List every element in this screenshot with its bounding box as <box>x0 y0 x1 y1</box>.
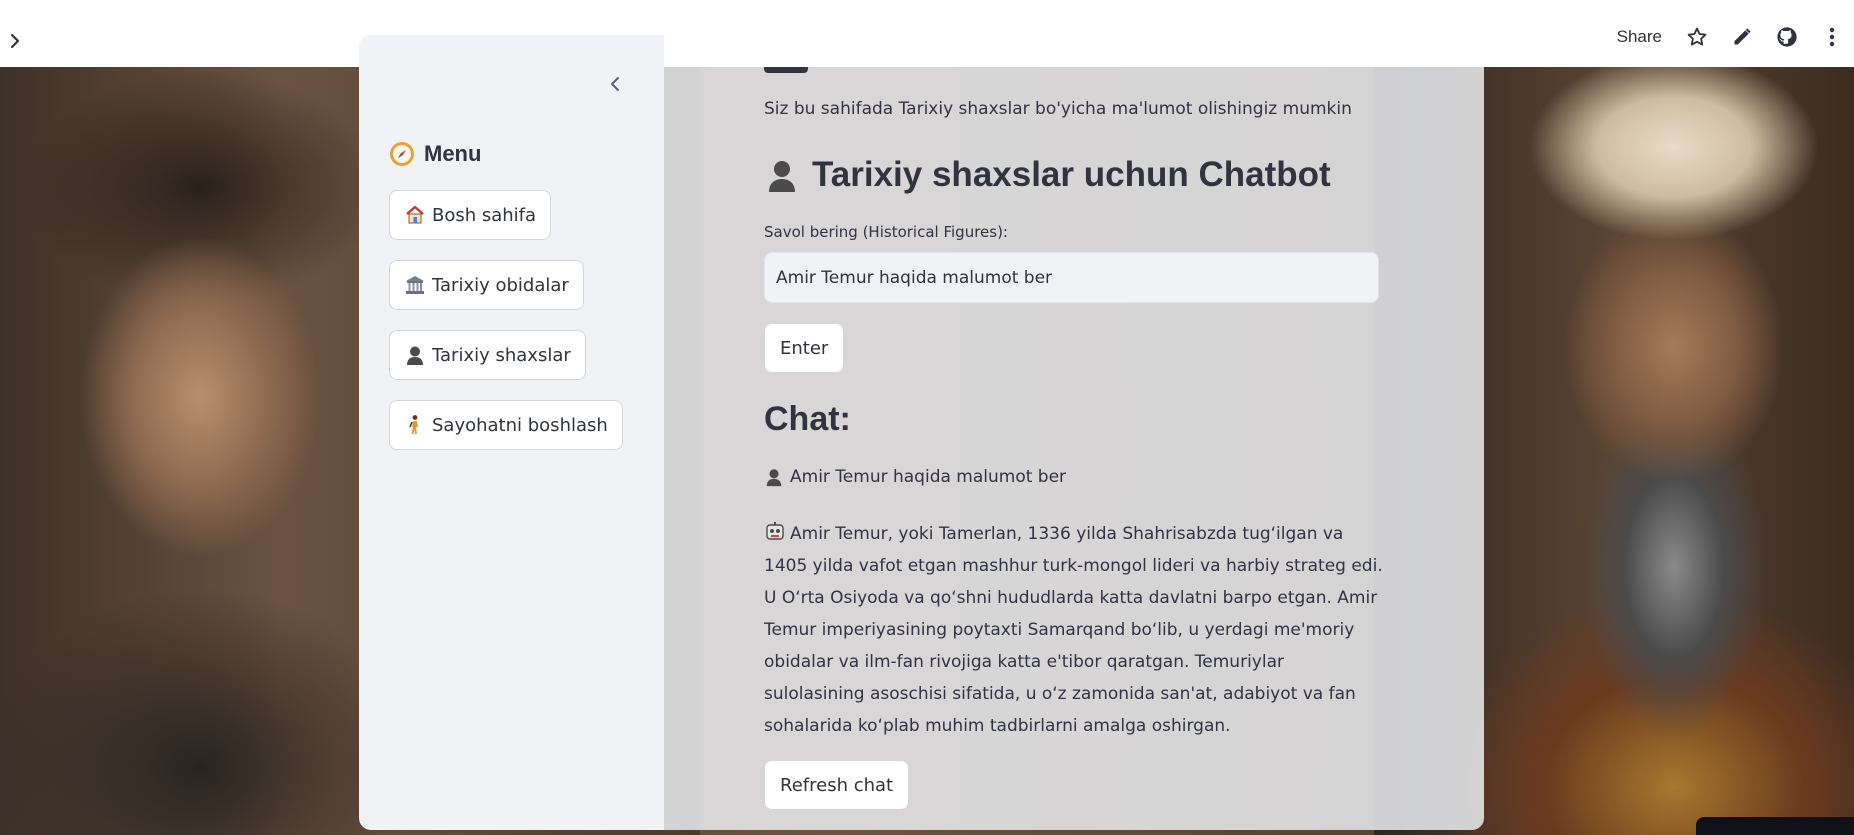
main-content: Siz bu sahifada Tarixiy shaxslar bo'yich… <box>664 35 1484 830</box>
github-icon <box>1776 27 1797 47</box>
sidebar-item-tarixiy-obidalar[interactable]: Tarixiy obidalar <box>389 260 584 310</box>
person-icon <box>769 161 795 192</box>
page-title-clipped <box>764 67 1064 101</box>
question-label: Savol bering (Historical Figures): <box>764 223 1008 241</box>
main-menu-button[interactable] <box>1809 20 1854 54</box>
sidebar-item-tarixiy-shaxslar[interactable]: Tarixiy shaxslar <box>389 330 586 380</box>
chatbot-heading-text: Tarixiy shaxslar uchun Chatbot <box>812 155 1331 194</box>
menu-heading: Menu <box>389 141 481 167</box>
enter-button[interactable]: Enter <box>764 323 845 373</box>
refresh-chat-button[interactable]: Refresh chat <box>764 760 910 810</box>
classical-building-icon <box>404 274 426 296</box>
chevron-right-icon <box>10 33 20 49</box>
chevron-left-icon <box>611 77 619 91</box>
walking-person-icon <box>404 414 426 436</box>
expand-sidebar-button[interactable] <box>4 30 26 52</box>
bot-message-text: Amir Temur, yoki Tamerlan, 1336 yilda Sh… <box>764 524 1383 736</box>
bot-message: Amir Temur, yoki Tamerlan, 1336 yilda Sh… <box>764 518 1384 742</box>
star-icon <box>1687 27 1706 46</box>
house-icon <box>404 204 426 226</box>
sidebar-item-label: Tarixiy shaxslar <box>432 344 571 366</box>
chatbot-heading: Tarixiy shaxslar uchun Chatbot <box>764 155 1331 195</box>
sidebar-item-bosh-sahifa[interactable]: Bosh sahifa <box>389 190 552 240</box>
user-message-text: Amir Temur haqida malumot ber <box>790 467 1067 487</box>
sidebar: Menu Bosh sahifa Tarixiy obidalar Tarixi… <box>359 35 664 830</box>
app-header: Share <box>0 0 1854 67</box>
sidebar-item-label: Tarixiy obidalar <box>432 274 569 296</box>
toolbar: Share <box>1605 20 1854 54</box>
sidebar-item-label: Sayohatni boshlash <box>432 414 608 436</box>
github-button[interactable] <box>1764 20 1809 54</box>
question-input[interactable] <box>764 252 1379 303</box>
robot-icon <box>766 522 784 540</box>
collapse-sidebar-button[interactable] <box>601 70 629 98</box>
person-icon <box>766 469 782 487</box>
share-button[interactable]: Share <box>1605 20 1674 54</box>
person-icon <box>404 344 426 366</box>
pencil-icon <box>1734 28 1751 45</box>
more-vertical-icon <box>1829 27 1834 47</box>
compass-icon <box>390 142 414 166</box>
star-button[interactable] <box>1674 20 1719 54</box>
page-title-ghost <box>764 67 978 73</box>
chat-heading: Chat: <box>764 400 851 438</box>
sidebar-item-sayohatni-boshlash[interactable]: Sayohatni boshlash <box>389 400 623 450</box>
corner-badge <box>1696 817 1854 835</box>
user-message: Amir Temur haqida malumot ber <box>764 467 1066 487</box>
menu-title-text: Menu <box>424 141 482 166</box>
sidebar-item-label: Bosh sahifa <box>432 204 537 226</box>
page-subtitle: Siz bu sahifada Tarixiy shaxslar bo'yich… <box>764 99 1352 119</box>
edit-button[interactable] <box>1719 20 1764 54</box>
